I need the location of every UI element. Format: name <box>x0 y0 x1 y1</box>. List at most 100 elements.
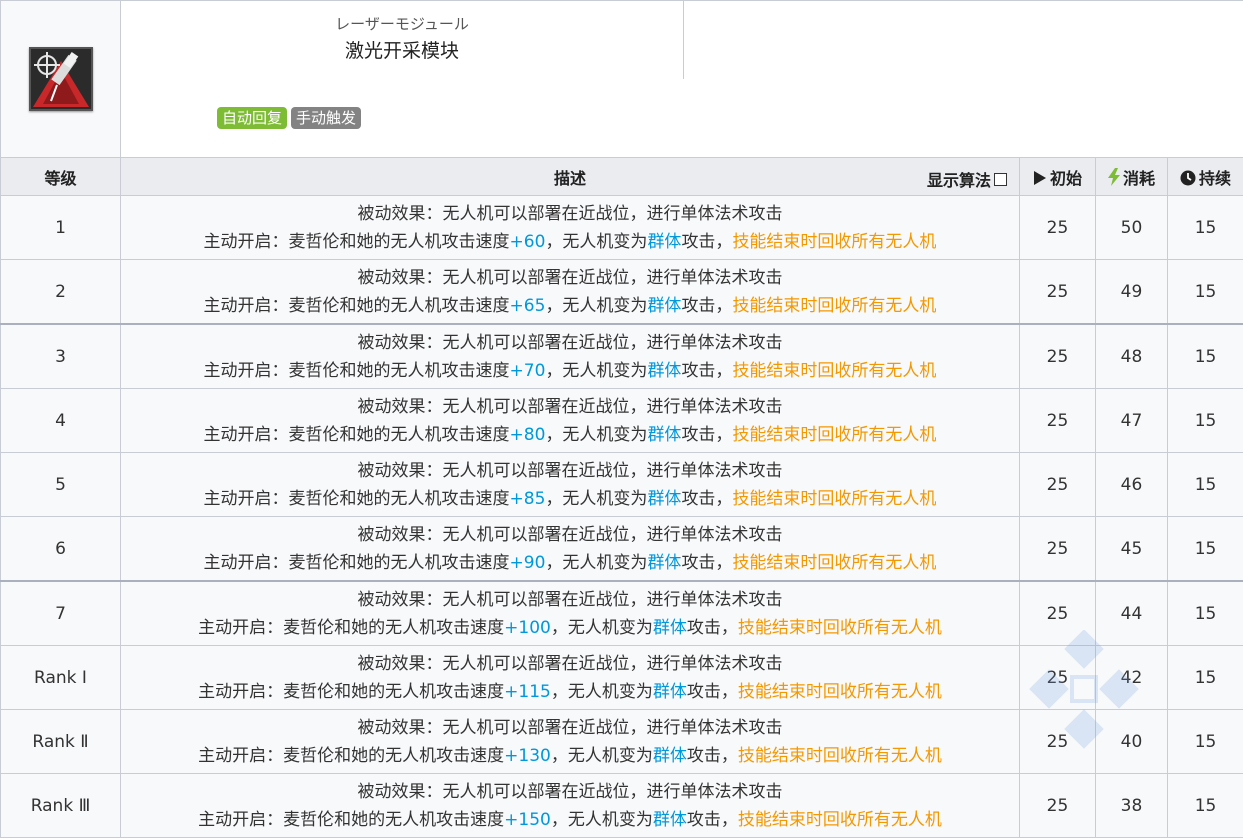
attack-speed-value: +85 <box>510 489 546 509</box>
active-prefix: 主动开启：麦哲伦和她的无人机攻击速度 <box>198 682 504 702</box>
attack-speed-value: +70 <box>510 361 546 381</box>
table-row: 4被动效果：无人机可以部署在近战位，进行单体法术攻击主动开启：麦哲伦和她的无人机… <box>1 389 1243 453</box>
table-header-row: 等级 描述 显示算法 初始 消耗 持续 <box>1 158 1243 196</box>
attack-speed-value: +65 <box>510 296 546 316</box>
passive-effect-text: 被动效果：无人机可以部署在近战位，进行单体法术攻击 <box>121 264 1019 292</box>
passive-effect-text: 被动效果：无人机可以部署在近战位，进行单体法术攻击 <box>121 457 1019 485</box>
row-initial: 25 <box>1020 710 1096 774</box>
row-description: 被动效果：无人机可以部署在近战位，进行单体法术攻击主动开启：麦哲伦和她的无人机攻… <box>121 774 1020 838</box>
recall-text: 技能结束时回收所有无人机 <box>732 553 936 573</box>
row-level: 2 <box>1 260 121 325</box>
attack-suffix: 攻击， <box>681 489 732 509</box>
row-initial: 25 <box>1020 646 1096 710</box>
attack-suffix: 攻击， <box>681 232 732 252</box>
row-level: 3 <box>1 324 121 389</box>
row-initial: 25 <box>1020 453 1096 517</box>
attack-speed-value: +80 <box>510 425 546 445</box>
row-description: 被动效果：无人机可以部署在近战位，进行单体法术攻击主动开启：麦哲伦和她的无人机攻… <box>121 581 1020 646</box>
row-cost: 49 <box>1096 260 1168 325</box>
attack-speed-value: +100 <box>504 618 551 638</box>
attack-speed-value: +60 <box>510 232 546 252</box>
row-description: 被动效果：无人机可以部署在近战位，进行单体法术攻击主动开启：麦哲伦和她的无人机攻… <box>121 710 1020 774</box>
row-initial: 25 <box>1020 774 1096 838</box>
active-prefix: 主动开启：麦哲伦和她的无人机攻击速度 <box>204 425 510 445</box>
active-prefix: 主动开启：麦哲伦和她的无人机攻击速度 <box>204 553 510 573</box>
skill-table: レーザーモジュール 激光开采模块 自动回复 手动触发 等级 描述 显示算法 初始… <box>0 0 1243 838</box>
active-prefix: 主动开启：麦哲伦和她的无人机攻击速度 <box>204 296 510 316</box>
header-description-label: 描述 <box>554 169 586 188</box>
passive-effect-text: 被动效果：无人机可以部署在近战位，进行单体法术攻击 <box>121 586 1019 614</box>
recall-text: 技能结束时回收所有无人机 <box>732 425 936 445</box>
row-level: Rank Ⅰ <box>1 646 121 710</box>
table-row: Rank Ⅰ被动效果：无人机可以部署在近战位，进行单体法术攻击主动开启：麦哲伦和… <box>1 646 1243 710</box>
group-text: 群体 <box>647 296 681 316</box>
header-description: 描述 显示算法 <box>121 158 1020 196</box>
recall-text: 技能结束时回收所有无人机 <box>732 361 936 381</box>
row-initial: 25 <box>1020 260 1096 325</box>
row-cost: 48 <box>1096 324 1168 389</box>
row-description: 被动效果：无人机可以部署在近战位，进行单体法术攻击主动开启：麦哲伦和她的无人机攻… <box>121 260 1020 325</box>
drone-change-text: ，无人机变为 <box>551 746 653 766</box>
group-text: 群体 <box>653 810 687 830</box>
group-text: 群体 <box>653 682 687 702</box>
row-duration: 15 <box>1168 710 1243 774</box>
show-formula-label: 显示算法 <box>927 167 991 191</box>
show-formula-checkbox[interactable] <box>994 173 1007 186</box>
row-level: 7 <box>1 581 121 646</box>
table-row: Rank Ⅲ被动效果：无人机可以部署在近战位，进行单体法术攻击主动开启：麦哲伦和… <box>1 774 1243 838</box>
attack-suffix: 攻击， <box>681 425 732 445</box>
row-initial: 25 <box>1020 517 1096 582</box>
recall-text: 技能结束时回收所有无人机 <box>732 296 936 316</box>
active-prefix: 主动开启：麦哲伦和她的无人机攻击速度 <box>198 746 504 766</box>
drone-change-text: ，无人机变为 <box>551 618 653 638</box>
row-initial: 25 <box>1020 389 1096 453</box>
table-row: 2被动效果：无人机可以部署在近战位，进行单体法术攻击主动开启：麦哲伦和她的无人机… <box>1 260 1243 325</box>
show-formula-toggle[interactable]: 显示算法 <box>927 167 1007 191</box>
attack-suffix: 攻击， <box>687 746 738 766</box>
lightning-icon <box>1108 168 1120 186</box>
attack-suffix: 攻击， <box>687 618 738 638</box>
drone-change-text: ，无人机变为 <box>545 232 647 252</box>
play-icon <box>1033 170 1047 186</box>
active-prefix: 主动开启：麦哲伦和她的无人机攻击速度 <box>204 361 510 381</box>
auto-recovery-tag: 自动回复 <box>217 107 287 129</box>
active-prefix: 主动开启：麦哲伦和她的无人机攻击速度 <box>204 489 510 509</box>
active-effect-text: 主动开启：麦哲伦和她的无人机攻击速度+150，无人机变为群体攻击，技能结束时回收… <box>121 806 1019 834</box>
group-text: 群体 <box>653 746 687 766</box>
row-initial: 25 <box>1020 324 1096 389</box>
passive-effect-text: 被动效果：无人机可以部署在近战位，进行单体法术攻击 <box>121 778 1019 806</box>
skill-icon-cell <box>1 1 121 158</box>
attack-suffix: 攻击， <box>687 810 738 830</box>
active-effect-text: 主动开启：麦哲伦和她的无人机攻击速度+70，无人机变为群体攻击，技能结束时回收所… <box>121 357 1019 385</box>
attack-suffix: 攻击， <box>681 361 732 381</box>
row-duration: 15 <box>1168 260 1243 325</box>
row-cost: 40 <box>1096 710 1168 774</box>
group-text: 群体 <box>653 618 687 638</box>
row-description: 被动效果：无人机可以部署在近战位，进行单体法术攻击主动开启：麦哲伦和她的无人机攻… <box>121 389 1020 453</box>
attack-speed-value: +150 <box>504 810 551 830</box>
active-prefix: 主动开启：麦哲伦和她的无人机攻击速度 <box>198 810 504 830</box>
laser-drone-skill-icon <box>29 47 93 111</box>
drone-change-text: ，无人机变为 <box>551 810 653 830</box>
passive-effect-text: 被动效果：无人机可以部署在近战位，进行单体法术攻击 <box>121 714 1019 742</box>
row-cost: 50 <box>1096 196 1168 260</box>
table-row: 3被动效果：无人机可以部署在近战位，进行单体法术攻击主动开启：麦哲伦和她的无人机… <box>1 324 1243 389</box>
attack-suffix: 攻击， <box>687 682 738 702</box>
row-cost: 44 <box>1096 581 1168 646</box>
attack-speed-value: +90 <box>510 553 546 573</box>
header-level: 等级 <box>1 158 121 196</box>
drone-change-text: ，无人机变为 <box>545 553 647 573</box>
attack-speed-value: +130 <box>504 746 551 766</box>
skill-info-row: レーザーモジュール 激光开采模块 自动回复 手动触发 <box>1 1 1243 158</box>
drone-change-text: ，无人机变为 <box>545 296 647 316</box>
row-cost: 42 <box>1096 646 1168 710</box>
active-effect-text: 主动开启：麦哲伦和她的无人机攻击速度+100，无人机变为群体攻击，技能结束时回收… <box>121 614 1019 642</box>
active-effect-text: 主动开启：麦哲伦和她的无人机攻击速度+65，无人机变为群体攻击，技能结束时回收所… <box>121 292 1019 320</box>
passive-effect-text: 被动效果：无人机可以部署在近战位，进行单体法术攻击 <box>121 650 1019 678</box>
row-level: Rank Ⅱ <box>1 710 121 774</box>
header-cost-label: 消耗 <box>1123 169 1155 188</box>
recall-text: 技能结束时回收所有无人机 <box>738 682 942 702</box>
drone-change-text: ，无人机变为 <box>551 682 653 702</box>
row-initial: 25 <box>1020 581 1096 646</box>
row-level: 5 <box>1 453 121 517</box>
